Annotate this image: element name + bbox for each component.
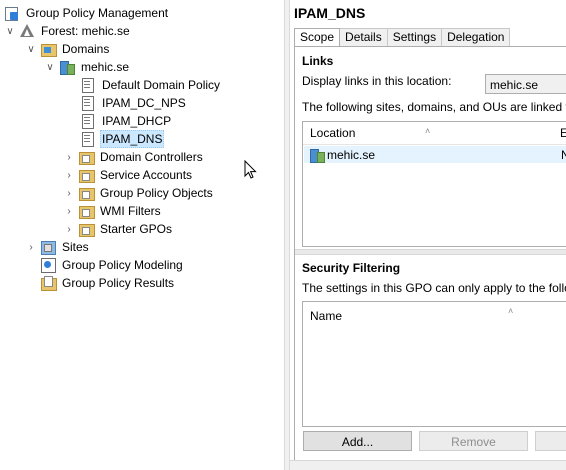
gpo-folder-icon xyxy=(78,185,95,201)
wmi-filter-folder-icon xyxy=(78,203,95,219)
tree-node-wmi-filters[interactable]: › WMI Filters xyxy=(63,202,163,220)
sort-ascending-icon: ˄ xyxy=(508,306,514,316)
gpo-link-icon xyxy=(80,131,96,147)
domain-icon xyxy=(309,147,325,163)
tree-node-ou[interactable]: › Service Accounts xyxy=(63,166,194,184)
tree-node-label: IPAM_DC_NPS xyxy=(102,96,186,110)
tab-settings[interactable]: Settings xyxy=(386,28,443,46)
tree-node-label: WMI Filters xyxy=(100,204,161,218)
tree-node-label: Sites xyxy=(62,240,89,254)
security-filtering-listview[interactable]: ˄ Name xyxy=(302,301,566,427)
tree-node-sites[interactable]: › Sites xyxy=(25,238,91,256)
chevron-right-icon[interactable]: › xyxy=(63,205,75,217)
domain-icon xyxy=(59,59,75,75)
chevron-down-icon[interactable]: ∨ xyxy=(44,61,56,73)
gpo-link-icon xyxy=(80,95,96,111)
gpo-link-icon xyxy=(80,77,96,93)
tree-node-label: Group Policy Modeling xyxy=(62,258,183,272)
links-listview-header: Location ˄ E xyxy=(303,122,566,145)
tree-node-label: Group Policy Results xyxy=(62,276,175,290)
tree-node-gpo-container[interactable]: › Group Policy Objects xyxy=(63,184,215,202)
table-row[interactable]: mehic.se N xyxy=(304,146,566,163)
tree-node-label: Service Accounts xyxy=(100,168,193,182)
ou-folder-icon xyxy=(78,149,95,165)
domains-folder-icon xyxy=(40,41,57,57)
add-button[interactable]: Add... xyxy=(303,431,412,451)
chevron-right-icon[interactable]: › xyxy=(63,151,75,163)
tree-node-gpo-link[interactable]: IPAM_DHCP xyxy=(80,112,173,130)
ou-folder-icon xyxy=(78,167,95,183)
group-policy-management-icon xyxy=(4,5,20,21)
section-splitter[interactable] xyxy=(295,249,566,255)
tree-node-gpo-link[interactable]: IPAM_DC_NPS xyxy=(80,94,188,112)
tree-node-label: IPAM_DNS xyxy=(100,130,165,148)
scope-tab-panel: Links Display links in this location: me… xyxy=(294,46,566,470)
remove-button[interactable]: Remove xyxy=(419,431,528,451)
chevron-right-icon[interactable]: › xyxy=(25,241,37,253)
tree-node-label: Group Policy Management xyxy=(26,6,169,20)
tree-node-results[interactable]: Group Policy Results xyxy=(40,274,176,292)
tab-details[interactable]: Details xyxy=(339,28,388,46)
tree-node-gpo-link-selected[interactable]: IPAM_DNS xyxy=(80,130,165,148)
tree-node-modeling[interactable]: Group Policy Modeling xyxy=(40,256,185,274)
tree-node-forest[interactable]: ∨ Forest: mehic.se xyxy=(4,22,132,40)
tab-scope[interactable]: Scope xyxy=(294,28,341,47)
tree-node-starter-gpos[interactable]: › Starter GPOs xyxy=(63,220,174,238)
display-links-label: Display links in this location: xyxy=(302,74,452,88)
links-description: The following sites, domains, and OUs ar… xyxy=(302,100,566,114)
tree-node-label: mehic.se xyxy=(81,60,130,74)
tree-node-domain-mehic[interactable]: ∨ mehic.se xyxy=(44,58,131,76)
tree-node-ou[interactable]: › Domain Controllers xyxy=(63,148,205,166)
sort-ascending-icon: ˄ xyxy=(425,126,431,136)
forest-icon xyxy=(19,23,35,39)
gpo-link-icon xyxy=(80,113,96,129)
chevron-down-icon[interactable]: ∨ xyxy=(4,25,16,37)
tree-node-gpm-root[interactable]: Group Policy Management xyxy=(4,4,170,22)
tree-node-label: Group Policy Objects xyxy=(100,186,213,200)
security-filtering-heading: Security Filtering xyxy=(302,261,401,275)
tree-node-label: Forest: mehic.se xyxy=(41,24,130,38)
tab-strip: Scope Details Settings Delegation xyxy=(294,28,511,47)
links-heading: Links xyxy=(302,54,334,68)
bottom-scroll-strip xyxy=(290,460,566,470)
chevron-right-icon[interactable]: › xyxy=(63,187,75,199)
location-dropdown[interactable]: mehic.se xyxy=(485,74,566,94)
details-pane: IPAM_DNS Scope Details Settings Delegati… xyxy=(290,0,566,470)
properties-button[interactable] xyxy=(535,431,566,451)
tree-node-gpo-link[interactable]: Default Domain Policy xyxy=(80,76,222,94)
starter-gpo-folder-icon xyxy=(78,221,95,237)
sites-icon xyxy=(40,239,56,255)
tree-node-label: IPAM_DHCP xyxy=(102,114,172,128)
tree-node-label: Default Domain Policy xyxy=(102,78,221,92)
tree-node-domains[interactable]: ∨ Domains xyxy=(25,40,111,58)
chevron-right-icon[interactable]: › xyxy=(63,169,75,181)
security-filtering-description: The settings in this GPO can only apply … xyxy=(302,281,566,295)
group-policy-modeling-icon xyxy=(40,257,56,273)
row-enforced: N xyxy=(561,147,566,162)
tree-node-label: Domains xyxy=(62,42,110,56)
mouse-pointer-icon xyxy=(244,160,257,179)
security-listview-header: ˄ Name xyxy=(303,302,566,328)
chevron-right-icon[interactable]: › xyxy=(63,223,75,235)
column-header-name[interactable]: Name xyxy=(310,309,342,323)
row-location: mehic.se xyxy=(327,147,376,162)
column-header-enforced[interactable]: E xyxy=(560,126,566,140)
console-tree: Group Policy Management ∨ Forest: mehic.… xyxy=(0,0,284,470)
tree-node-label: Starter GPOs xyxy=(100,222,173,236)
tree-node-label: Domain Controllers xyxy=(100,150,203,164)
links-listview[interactable]: Location ˄ E mehic.se N xyxy=(302,121,566,247)
chevron-down-icon[interactable]: ∨ xyxy=(25,43,37,55)
tab-delegation[interactable]: Delegation xyxy=(441,28,511,46)
column-header-location[interactable]: Location xyxy=(310,126,355,140)
gpo-title: IPAM_DNS xyxy=(294,5,366,21)
group-policy-results-icon xyxy=(40,275,57,291)
